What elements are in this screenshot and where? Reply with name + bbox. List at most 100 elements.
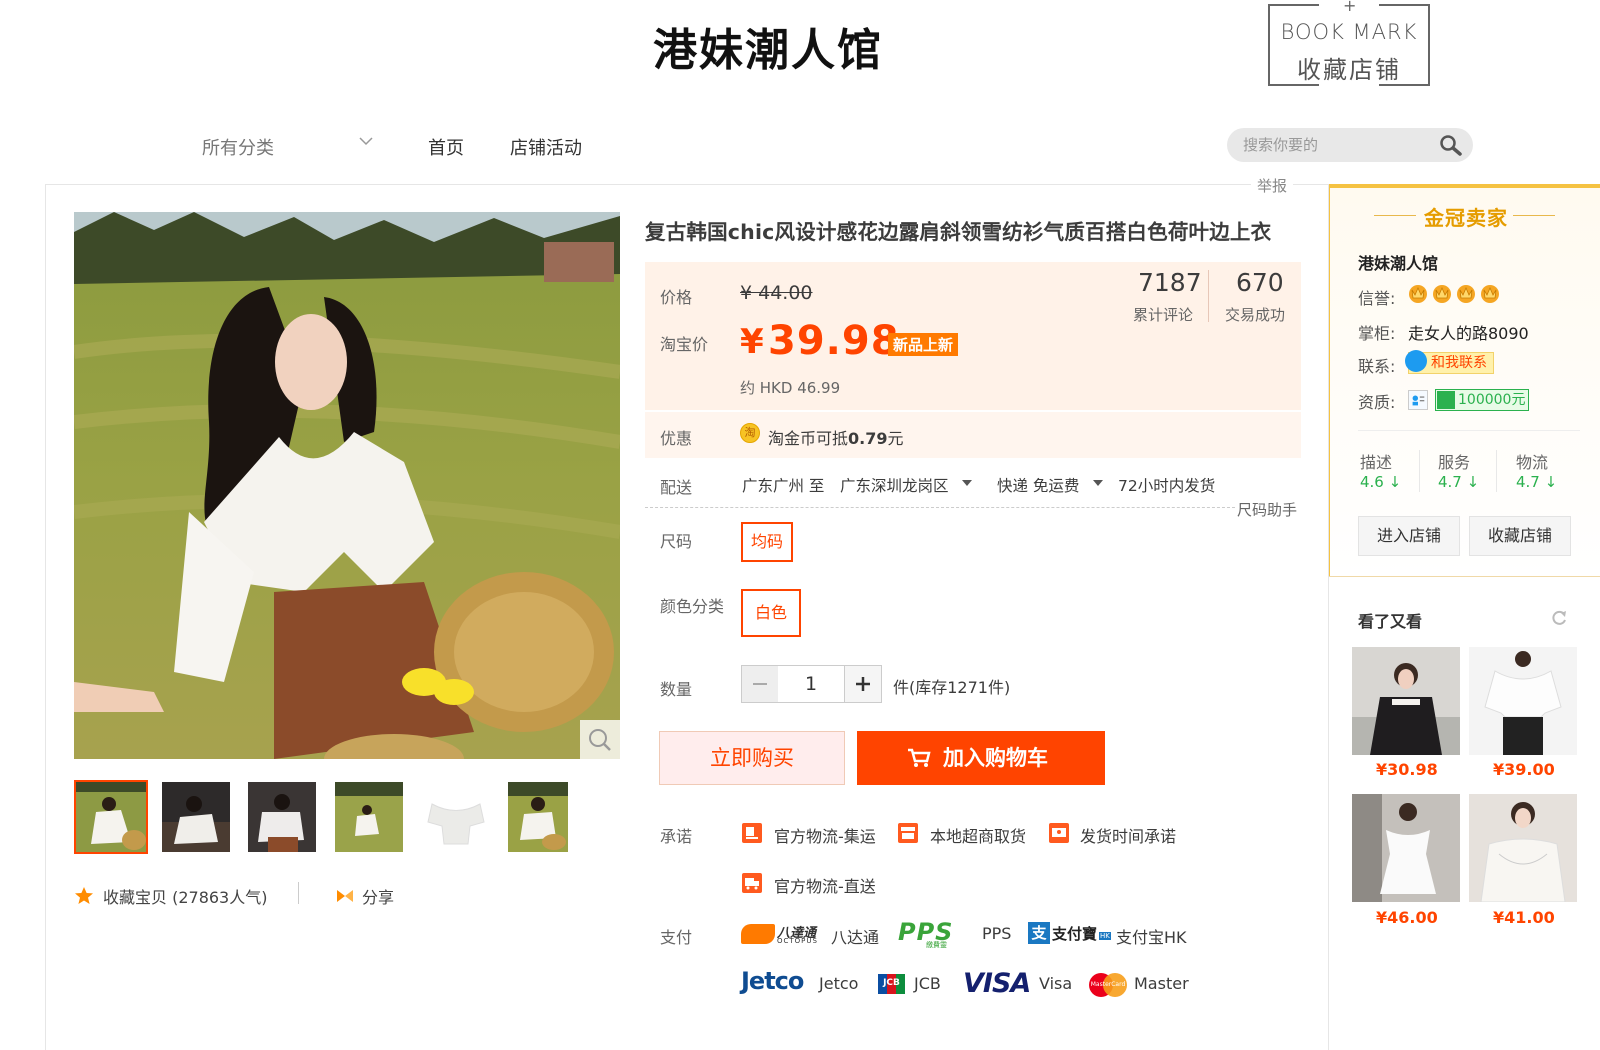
all-categories-dropdown[interactable]: 所有分类 bbox=[202, 134, 274, 160]
star-icon[interactable] bbox=[74, 886, 94, 906]
stock-text: 件(库存1271件) bbox=[893, 678, 1011, 697]
reviews-count[interactable]: 7187 bbox=[1138, 268, 1202, 297]
promo-prefix: 淘金币可抵 bbox=[768, 429, 849, 448]
share-link[interactable]: 分享 bbox=[362, 884, 394, 908]
product-main-image[interactable] bbox=[74, 212, 620, 759]
promo-amount: 0.79 bbox=[848, 429, 888, 448]
shipping-label: 配送 bbox=[660, 478, 693, 497]
jetco-logo-text: Jetco bbox=[741, 967, 804, 995]
payment-method: 支付宝HK bbox=[1116, 928, 1187, 947]
promise-label: 承诺 bbox=[660, 827, 693, 846]
report-link[interactable]: 举报 bbox=[1251, 175, 1294, 196]
seller-panel-border bbox=[1329, 184, 1330, 577]
thumbnail-4[interactable] bbox=[335, 782, 403, 852]
crown-icon bbox=[1409, 285, 1427, 303]
recommend-item-price: ¥39.00 bbox=[1493, 760, 1555, 779]
caret-down-icon[interactable] bbox=[1093, 480, 1103, 486]
hkd-price: 约 HKD 46.99 bbox=[740, 379, 841, 397]
magnifier-icon bbox=[589, 729, 611, 751]
price-label: 价格 bbox=[660, 288, 693, 307]
nav-activities-link[interactable]: 店铺活动 bbox=[510, 134, 582, 160]
recommend-item-price: ¥46.00 bbox=[1376, 908, 1438, 927]
promise-item: 发货时间承诺 bbox=[1080, 827, 1177, 846]
store-icon bbox=[898, 823, 918, 843]
reviews-label[interactable]: 累计评论 bbox=[1133, 304, 1193, 325]
color-option[interactable]: 白色 bbox=[741, 589, 801, 637]
bookmark-label-cn: 收藏店铺 bbox=[1297, 56, 1401, 84]
promise-item: 官方物流-集运 bbox=[774, 827, 876, 846]
bookmark-shop-button[interactable]: + BOOK MARK 收藏店铺 bbox=[1268, 0, 1430, 88]
enter-shop-button[interactable]: 进入店铺 bbox=[1358, 516, 1460, 556]
quantity-decrease-button[interactable] bbox=[741, 665, 779, 703]
visa-logo: VISA bbox=[963, 968, 1031, 999]
ship-method-dropdown[interactable]: 快递 免运费 bbox=[997, 474, 1079, 496]
rating-label: 描述 bbox=[1360, 453, 1393, 472]
ship-to-dropdown[interactable]: 广东深圳龙岗区 bbox=[840, 474, 949, 496]
buy-now-button[interactable]: 立即购买 bbox=[659, 731, 845, 785]
payment-method: PPS bbox=[982, 924, 1012, 943]
promise-item: 本地超商取货 bbox=[930, 827, 1027, 846]
content-frame-left bbox=[45, 184, 46, 1050]
certificate-icon[interactable] bbox=[1408, 390, 1428, 410]
original-price: ¥ 44.00 bbox=[740, 282, 813, 304]
chevron-down-icon[interactable] bbox=[359, 134, 373, 148]
pps-logo-subtext: 繳費靈 bbox=[926, 941, 947, 949]
octopus-logo-subtext: OCTOPUS bbox=[777, 937, 818, 945]
jetco-logo: Jetco bbox=[741, 967, 815, 1000]
recommend-item-image[interactable] bbox=[1352, 647, 1460, 755]
bookmark-label-en: BOOK MARK bbox=[1280, 20, 1418, 44]
size-option[interactable]: 均码 bbox=[741, 522, 793, 562]
favorite-shop-button[interactable]: 收藏店铺 bbox=[1469, 516, 1571, 556]
alipay-hk-logo: 支 支付寶 HK bbox=[1028, 922, 1111, 946]
divider bbox=[1419, 450, 1420, 492]
caret-down-icon[interactable] bbox=[962, 480, 972, 486]
size-helper-link[interactable]: 尺码助手 bbox=[1237, 499, 1297, 520]
seller-shop-name[interactable]: 港妹潮人馆 bbox=[1358, 250, 1438, 274]
thumbnail-5[interactable] bbox=[422, 782, 490, 852]
zoom-button[interactable] bbox=[580, 720, 620, 760]
search-icon[interactable] bbox=[1439, 134, 1463, 156]
rating-label: 物流 bbox=[1516, 453, 1549, 472]
thumbnail-1[interactable] bbox=[74, 780, 148, 854]
refresh-icon[interactable] bbox=[1550, 609, 1568, 627]
recommend-item-image[interactable] bbox=[1352, 794, 1460, 902]
add-to-cart-label: 加入购物车 bbox=[943, 746, 1048, 770]
taobao-coin-icon: 淘 bbox=[740, 423, 760, 443]
nav-home-link[interactable]: 首页 bbox=[428, 134, 464, 160]
quantity-increase-button[interactable] bbox=[844, 665, 882, 703]
crown-icon bbox=[1481, 285, 1499, 303]
search-input[interactable] bbox=[1243, 134, 1433, 156]
deals-label: 交易成功 bbox=[1225, 306, 1286, 324]
owner-name: 走女人的路8090 bbox=[1408, 324, 1529, 343]
taobao-price-label: 淘宝价 bbox=[660, 335, 709, 354]
alipay-logo-text: 支付寶 bbox=[1052, 925, 1098, 943]
gold-crown-seller-title: 金冠卖家 bbox=[1424, 206, 1508, 230]
crown-icon bbox=[1433, 285, 1451, 303]
owner-label: 掌柜: bbox=[1358, 324, 1396, 343]
page: 港妹潮人馆 + BOOK MARK 收藏店铺 所有分类 首页 店铺活动 举报 bbox=[0, 0, 1600, 1050]
rating-value: 4.7 ↓ bbox=[1516, 473, 1558, 491]
recommend-item-image[interactable] bbox=[1469, 794, 1577, 902]
cart-icon bbox=[908, 748, 931, 767]
thumbnail-3[interactable] bbox=[248, 782, 316, 852]
current-price: 39.98 bbox=[768, 318, 900, 364]
payment-method: Jetco bbox=[819, 974, 859, 993]
add-to-cart-button[interactable]: 加入购物车 bbox=[857, 731, 1105, 785]
thumbnail-2[interactable] bbox=[162, 782, 230, 852]
logistics-icon bbox=[742, 823, 762, 843]
recommend-item-image[interactable] bbox=[1469, 647, 1577, 755]
promo-text: 淘金币可抵0.79元 bbox=[768, 425, 904, 449]
share-icon[interactable] bbox=[335, 887, 355, 905]
quantity-input[interactable] bbox=[778, 665, 844, 703]
promo-label: 优惠 bbox=[660, 429, 693, 448]
shield-icon bbox=[1437, 391, 1455, 409]
recommend-item-price: ¥30.98 bbox=[1376, 760, 1438, 779]
plus-icon bbox=[856, 677, 870, 691]
thumbnail-6[interactable] bbox=[508, 782, 568, 852]
favorite-item-link[interactable]: 收藏宝贝 (27863人气) bbox=[103, 884, 267, 908]
pps-logo: PPS 繳費靈 bbox=[898, 918, 970, 949]
promise-item: 官方物流-直送 bbox=[774, 877, 876, 896]
shop-title: 港妹潮人馆 bbox=[653, 25, 883, 76]
color-label: 颜色分类 bbox=[660, 597, 725, 616]
octopus-logo: 八達通 OCTOPUS bbox=[741, 922, 821, 946]
